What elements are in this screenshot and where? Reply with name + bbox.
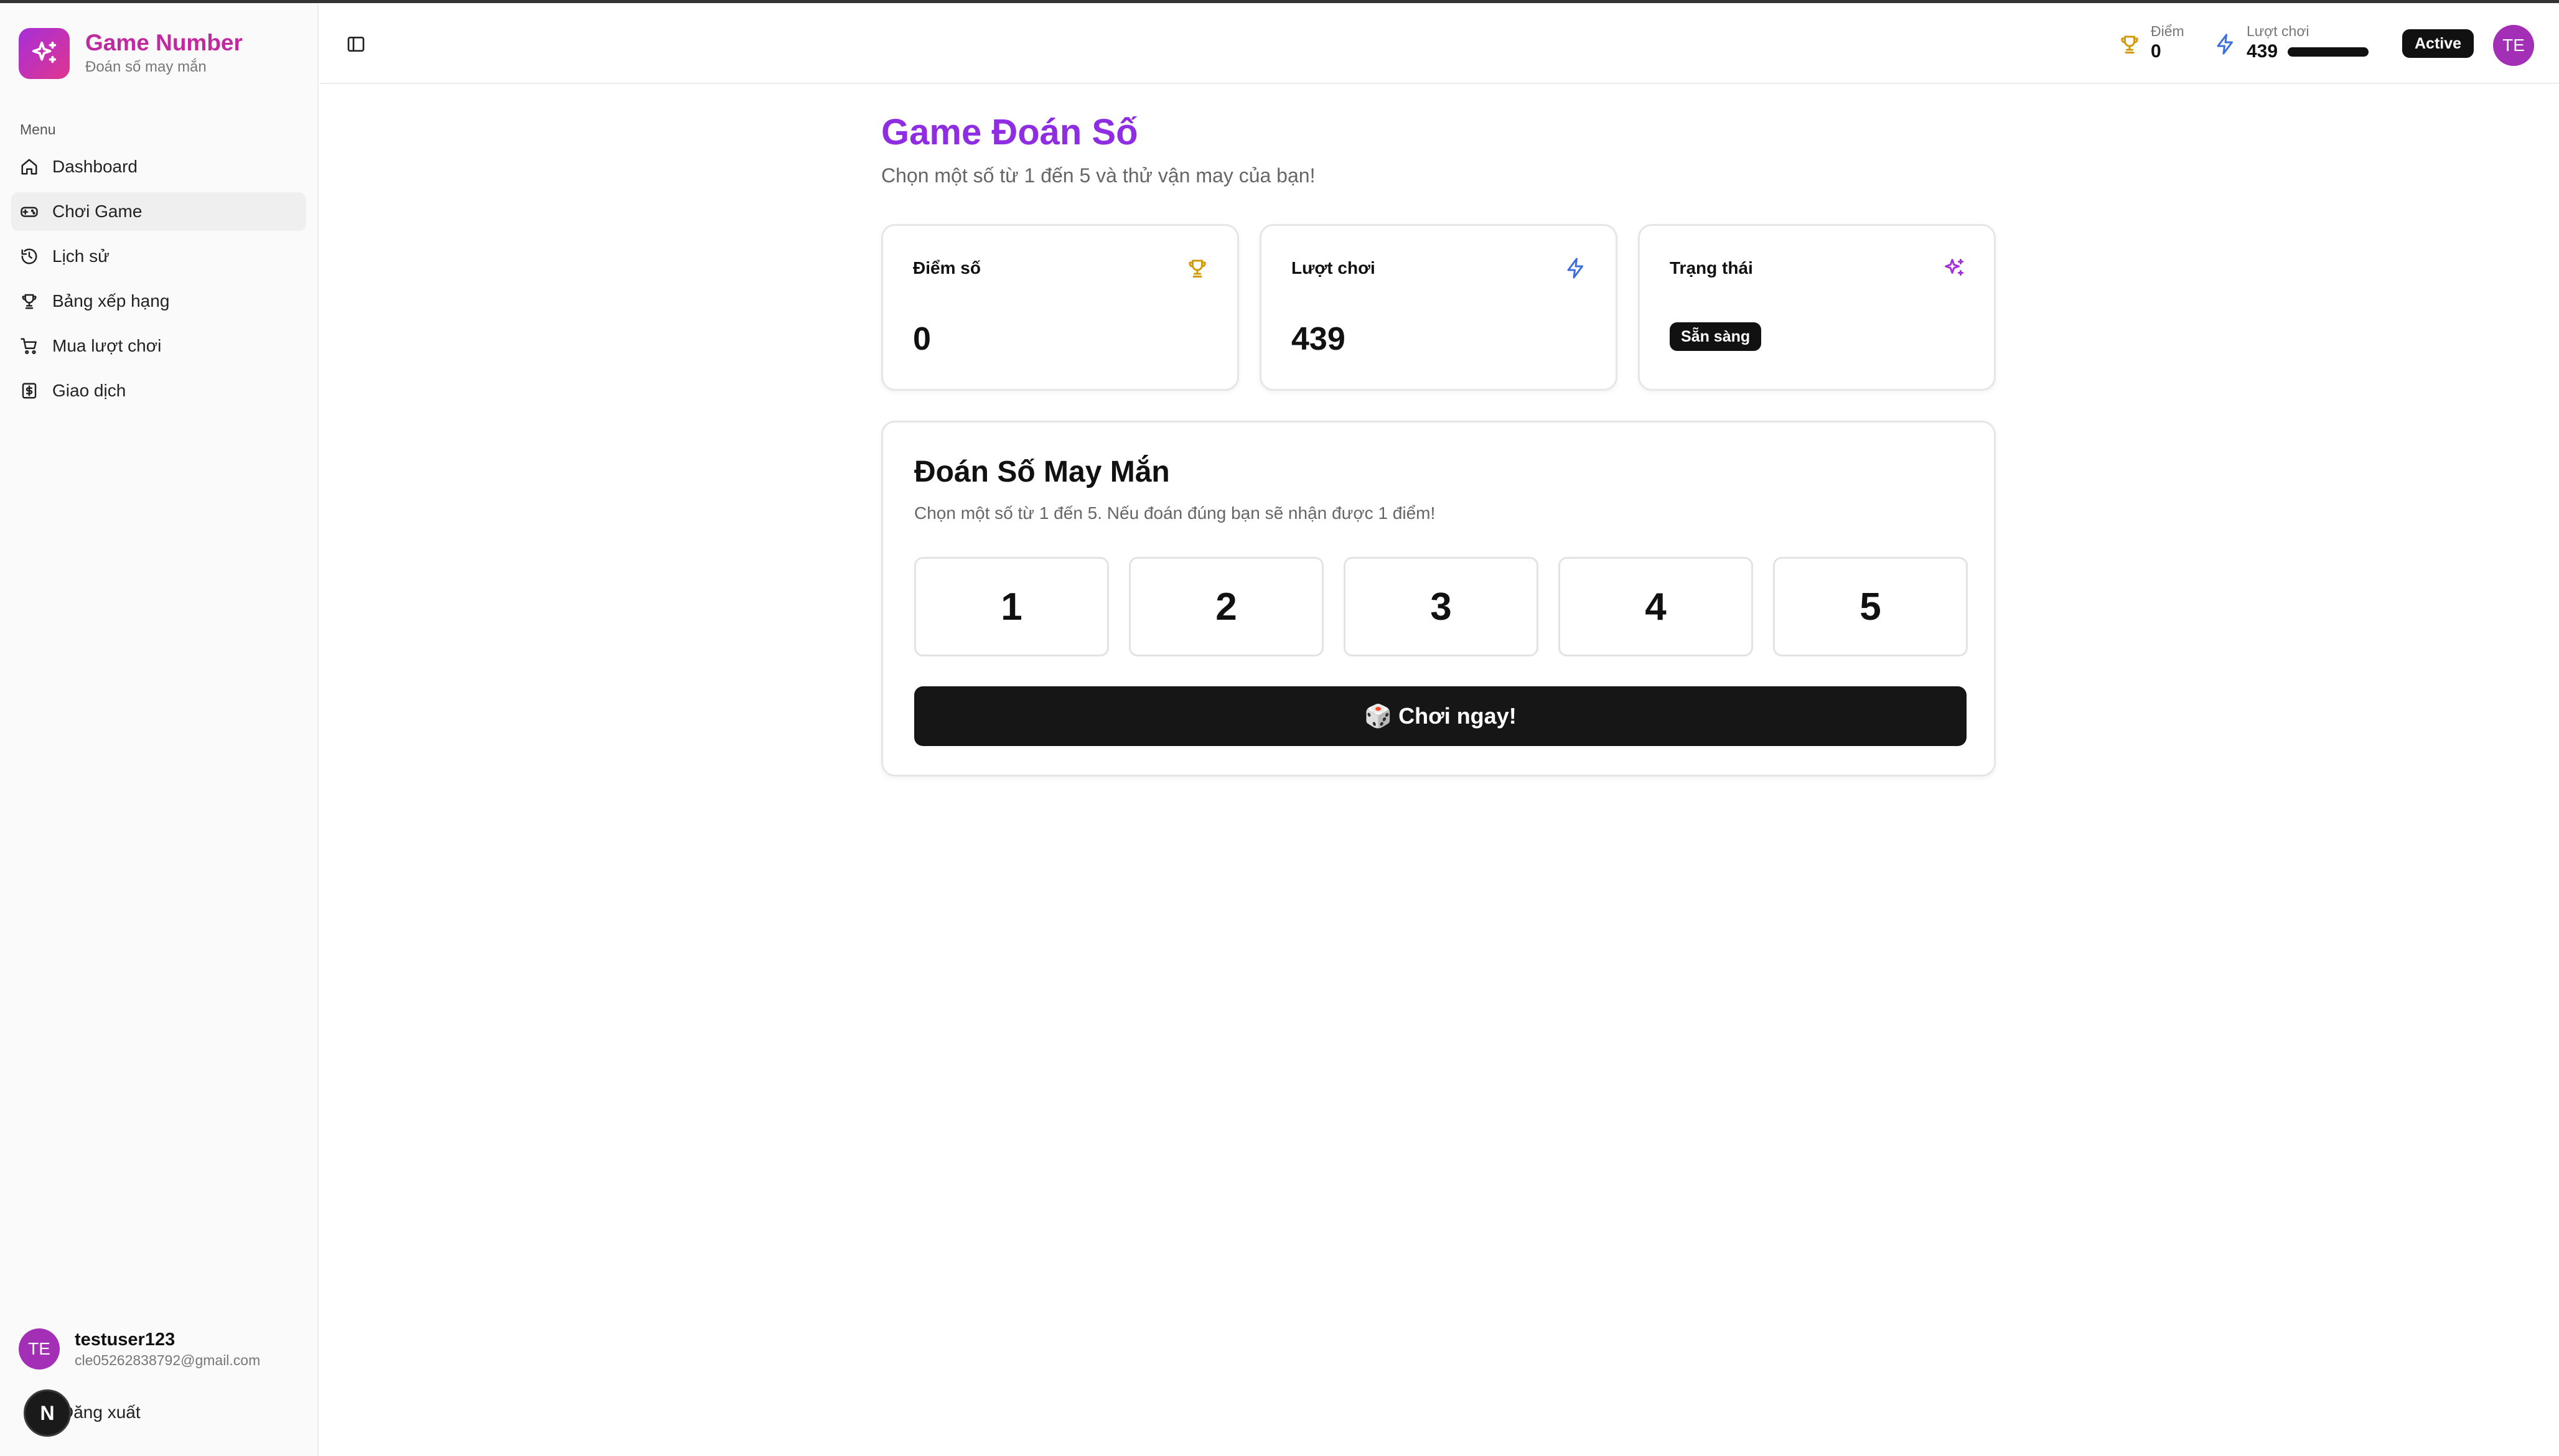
bolt-icon [2217, 34, 2233, 55]
guess-game-card: Đoán Số May Mắn Chọn một số từ 1 đến 5. … [881, 421, 1996, 777]
sidebar: Game Number Đoán số may mắn Menu Dashboa… [0, 3, 319, 1456]
user-profile[interactable]: TE testuser123 cle05262838792@gmail.com [19, 1328, 260, 1370]
header-plays: Lượt chơi 439 [2214, 22, 2369, 63]
sidebar-item-label: Chơi Game [52, 202, 143, 221]
status-card-title: Trạng thái [1670, 258, 1753, 278]
sidebar-item-label: Dashboard [52, 157, 138, 176]
sidebar-item-play-game[interactable]: Chơi Game [11, 192, 306, 231]
sidebar-item-dashboard[interactable]: Dashboard [11, 147, 306, 186]
logout-label: Đăng xuất [61, 1402, 141, 1422]
game-description: Chọn một số từ 1 đến 5. Nếu đoán đúng bạ… [914, 503, 1436, 523]
sparkles-logo-icon [19, 28, 70, 79]
sidebar-item-transactions[interactable]: Giao dịch [11, 371, 306, 410]
sidebar-item-label: Giao dịch [52, 381, 126, 400]
trophy-icon [22, 294, 37, 309]
plays-card: Lượt chơi 439 [1260, 224, 1617, 391]
sidebar-item-leaderboard[interactable]: Bảng xếp hạng [11, 282, 306, 320]
sidebar-item-label: Mua lượt chơi [52, 336, 162, 355]
ready-status-badge: Sẵn sàng [1670, 322, 1762, 351]
receipt-icon [22, 383, 37, 399]
brand-subtitle: Đoán số may mắn [85, 58, 207, 75]
plays-progress-fill [2288, 47, 2369, 57]
home-icon [21, 159, 37, 175]
number-button-4[interactable]: 4 [1558, 557, 1753, 656]
history-icon [21, 248, 37, 264]
top-header: Điểm 0 Lượt chơi 439 Active TE [320, 3, 2559, 84]
sidebar-item-label: Lịch sử [52, 246, 110, 266]
panel-left-icon [347, 37, 365, 52]
trophy-icon [2121, 35, 2138, 54]
cart-icon [21, 338, 37, 355]
brand-name: Game Number [85, 30, 243, 55]
header-score: Điểm 0 [2118, 22, 2184, 63]
status-card: Trạng thái Sẵn sàng [1638, 224, 1996, 391]
number-button-1[interactable]: 1 [914, 557, 1109, 656]
score-value: 0 [2151, 41, 2161, 62]
plays-value: 439 [2247, 41, 2278, 62]
plays-label: Lượt chơi [2247, 23, 2309, 39]
user-name: testuser123 [75, 1330, 175, 1350]
game-title: Đoán Số May Mắn [914, 455, 1170, 488]
sidebar-item-buy-plays[interactable]: Mua lượt chơi [11, 327, 306, 365]
nextjs-dev-badge[interactable]: N [24, 1389, 71, 1437]
plays-card-title: Lượt chơi [1291, 258, 1375, 278]
score-card-value: 0 [913, 321, 931, 357]
sidebar-item-label: Bảng xếp hạng [52, 291, 170, 310]
number-button-2[interactable]: 2 [1129, 557, 1324, 656]
sidebar-nav: Dashboard Chơi Game Lịch sử Bảng xếp hạn… [11, 147, 306, 416]
bolt-icon [1567, 258, 1583, 279]
trophy-icon [1189, 259, 1206, 278]
plays-card-value: 439 [1291, 321, 1345, 357]
page-subtitle: Chọn một số từ 1 đến 5 và thử vận may củ… [881, 164, 1316, 187]
score-card: Điểm số 0 [881, 224, 1239, 391]
sparkles-icon [1945, 259, 1963, 276]
brand[interactable]: Game Number Đoán số may mắn [19, 28, 243, 79]
play-now-button[interactable]: 🎲 Chơi ngay! [914, 686, 1967, 746]
avatar: TE [19, 1328, 60, 1370]
gamepad-icon [21, 207, 38, 217]
number-button-5[interactable]: 5 [1773, 557, 1968, 656]
score-label: Điểm [2151, 23, 2184, 39]
number-button-3[interactable]: 3 [1344, 557, 1538, 656]
number-options: 1 2 3 4 5 [914, 557, 1968, 656]
menu-label: Menu [20, 121, 56, 138]
active-status-badge: Active [2402, 29, 2474, 58]
sidebar-item-history[interactable]: Lịch sử [11, 237, 306, 276]
page-title: Game Đoán Số [881, 112, 1138, 152]
user-email: cle05262838792@gmail.com [75, 1352, 261, 1368]
score-card-title: Điểm số [913, 258, 981, 278]
sidebar-toggle-button[interactable] [342, 30, 370, 58]
plays-progress-bar [2288, 47, 2369, 57]
header-avatar[interactable]: TE [2493, 25, 2534, 66]
